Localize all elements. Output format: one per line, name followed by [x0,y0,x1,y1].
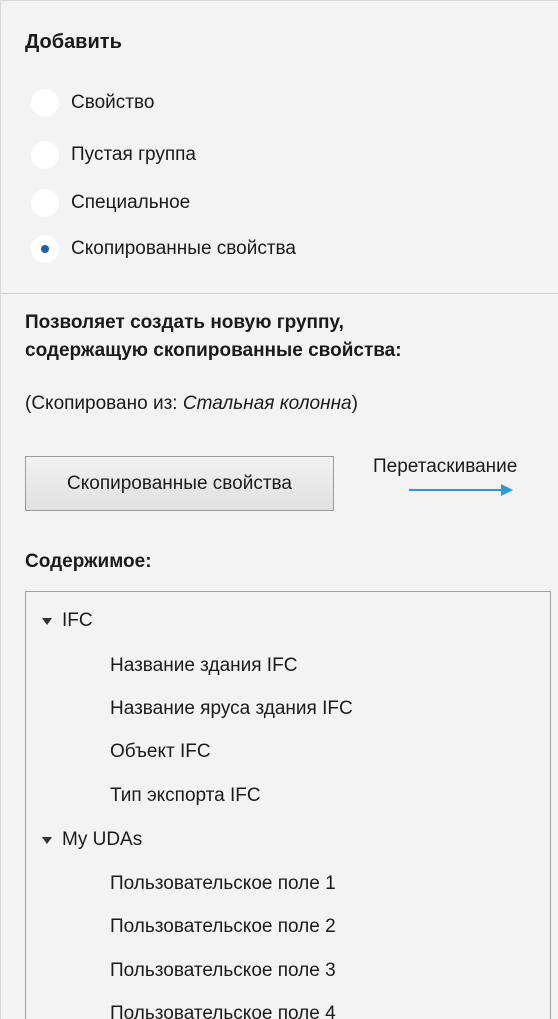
copied-from-text: (Скопировано из: Стальная колонна) [25,393,358,415]
section-divider [1,293,558,294]
radio-label: Специальное [71,192,191,213]
description-line-2: содержащую скопированные свойства: [25,340,402,361]
contents-title: Содержимое: [25,551,152,572]
tree-item[interactable]: Пользовательское поле 4 [110,997,336,1019]
radio-option-special[interactable]: Специальное [31,183,190,223]
tree-item[interactable]: Пользовательское поле 2 [110,910,336,944]
add-properties-panel: Добавить Свойство Пустая группа Специаль… [0,0,558,1019]
contents-tree[interactable]: IFC Название здания IFC Название яруса з… [25,591,551,1019]
tree-item[interactable]: Объект IFC [110,735,211,769]
drag-hint-label: Перетаскивание [373,456,518,477]
radio-option-empty-group[interactable]: Пустая группа [31,135,196,175]
drag-arrow-icon [409,484,513,496]
tree-group-ifc[interactable]: IFC [42,604,93,638]
copied-from-suffix: ) [351,393,358,414]
copied-from-prefix: (Скопировано из: [25,393,183,414]
expand-caret-icon[interactable] [42,836,52,844]
tree-item[interactable]: Название яруса здания IFC [110,692,353,726]
radio-button[interactable] [31,189,59,217]
tree-item[interactable]: Название здания IFC [110,649,297,683]
radio-label: Свойство [71,92,155,113]
add-section-title: Добавить [25,31,122,53]
tree-group-my-udas[interactable]: My UDAs [42,823,142,857]
radio-button[interactable] [31,141,59,169]
tree-group-label: IFC [62,610,93,631]
expand-caret-icon[interactable] [42,617,52,625]
tree-item[interactable]: Пользовательское поле 3 [110,954,336,988]
tree-group-label: My UDAs [62,829,143,850]
radio-option-property[interactable]: Свойство [31,83,154,123]
tree-item[interactable]: Пользовательское поле 1 [110,867,336,901]
radio-label: Пустая группа [71,144,196,165]
radio-button[interactable] [31,89,59,117]
radio-option-copied-properties[interactable]: Скопированные свойства [31,229,296,269]
copied-from-source: Стальная колонна [182,393,352,414]
description-text: Позволяет создать новую группу, содержащ… [25,309,545,365]
radio-button-selected[interactable] [31,235,59,263]
copied-properties-button[interactable]: Скопированные свойства [25,456,334,511]
description-line-1: Позволяет создать новую группу, [25,312,344,333]
tree-item[interactable]: Тип экспорта IFC [110,779,261,813]
radio-label: Скопированные свойства [71,238,296,259]
